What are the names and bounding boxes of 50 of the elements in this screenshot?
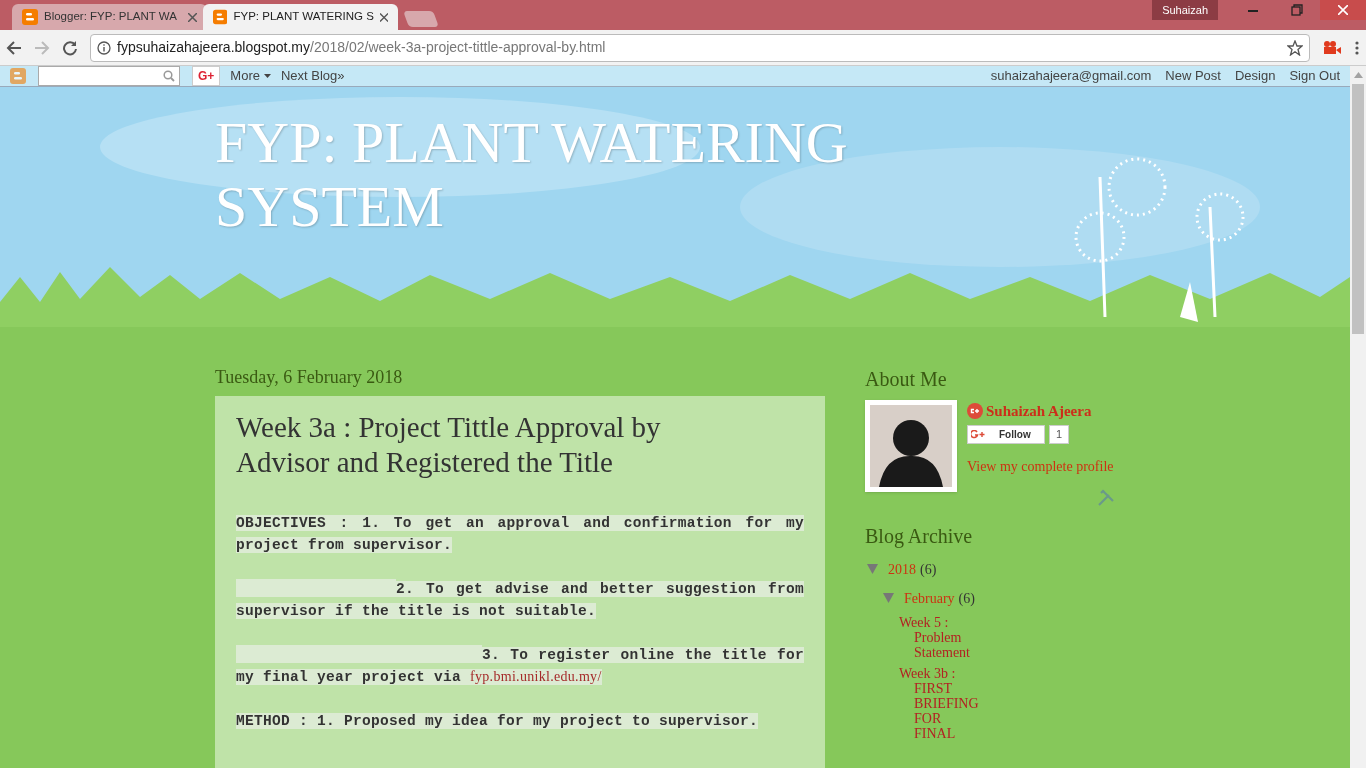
tab-title: Blogger: FYP: PLANT WA — [44, 9, 178, 25]
menu-icon[interactable] — [1354, 39, 1360, 56]
post-paragraph: OBJECTIVES : 1. To get an approval and confirmation for my project from supervisor. — [236, 514, 804, 555]
account-email[interactable]: suhaizahajeera@gmail.com — [990, 66, 1152, 86]
google-plus-icon — [967, 403, 983, 420]
post-count: (6) — [958, 589, 975, 608]
blogger-icon — [10, 68, 26, 84]
search-field[interactable] — [38, 66, 180, 86]
blogger-icon — [213, 9, 228, 25]
profile-name[interactable]: Suhaizah — [1152, 0, 1218, 20]
browser-tab[interactable]: FYP: PLANT WATERING S — [203, 4, 398, 30]
browser-tab[interactable]: Blogger: FYP: PLANT WA — [12, 4, 207, 30]
navbar-link[interactable]: Next Blog» — [280, 66, 345, 86]
follower-count: 1 — [1049, 424, 1070, 444]
blogger-icon — [22, 9, 38, 25]
post-paragraph: 2. To get advise and better suggestion from supervisor if the title is not suitable. — [236, 578, 804, 621]
navbar-link[interactable]: New Post — [1165, 66, 1221, 86]
scrollbar-thumb[interactable] — [1352, 84, 1364, 334]
google-plus-button[interactable]: G+ — [192, 66, 221, 86]
search-icon — [163, 70, 175, 82]
post-paragraph: METHOD : 1. Proposed my idea for my project to supervisor. — [236, 712, 760, 731]
post-count: (6) — [920, 560, 937, 579]
caret-icon — [263, 74, 271, 78]
more-menu[interactable]: More — [230, 66, 271, 86]
close-icon[interactable] — [379, 12, 388, 22]
follow-button[interactable]: Follow — [967, 424, 1045, 444]
post-date: Tuesday, 6 February 2018 — [215, 366, 404, 389]
url-text: fypsuhaizahajeera.blogspot.my/2018/02/week-3a-project-tittle-approval-by.html — [117, 38, 607, 57]
registration-link[interactable]: fyp.bmi.unikl.edu.my/ — [470, 669, 602, 684]
collapse-triangle-icon[interactable] — [883, 593, 894, 603]
new-tab-button[interactable] — [403, 11, 439, 27]
navbar-link[interactable]: Sign Out — [1289, 66, 1340, 86]
star-icon[interactable] — [1287, 39, 1303, 56]
google-plus-icon — [971, 429, 985, 439]
reload-icon[interactable] — [62, 39, 78, 56]
info-icon[interactable] — [97, 40, 111, 55]
close-window-button[interactable] — [1320, 0, 1366, 20]
section-heading: Blog Archive — [865, 523, 974, 550]
close-icon[interactable] — [188, 12, 197, 22]
close-icon — [1338, 5, 1348, 15]
tab-title: FYP: PLANT WATERING S — [233, 9, 374, 25]
section-heading: About Me — [865, 367, 948, 392]
camera-icon[interactable] — [1322, 39, 1342, 56]
back-arrow-icon[interactable] — [6, 39, 22, 56]
post-paragraph: 3. To register online the title for my final year project via fyp.bmi.unikl.edu.my/ — [236, 644, 804, 687]
navbar-link[interactable]: Design — [1234, 66, 1276, 86]
address-bar[interactable]: fypsuhaizahajeera.blogspot.my/2018/02/week-3a-project-tittle-approval-by.html — [90, 33, 1310, 62]
post-title: Week 3a : Project Tittle Approval by Advisor and Registered the Title — [236, 410, 662, 480]
scroll-up-icon[interactable] — [1353, 72, 1363, 78]
collapse-triangle-icon[interactable] — [867, 564, 878, 574]
